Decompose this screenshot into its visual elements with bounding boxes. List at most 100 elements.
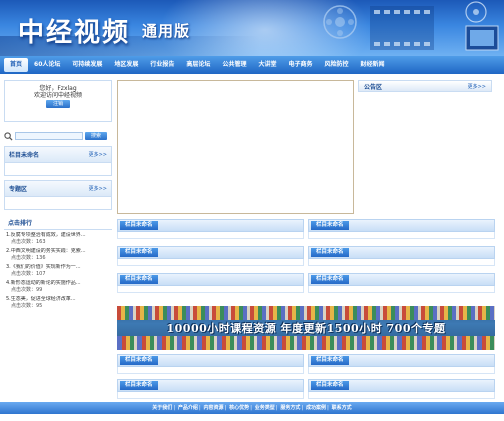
ranking-link[interactable]: 4.新形态运动的新论的实施作品... [6,280,112,287]
column-body [308,367,495,374]
nav-item-lecture[interactable]: 大讲堂 [252,58,282,72]
header-banner: 中经视频 通用版 [0,0,504,56]
column-tab[interactable]: 栏目未命名 [311,275,349,284]
column-tab[interactable]: 栏目未命名 [120,381,158,390]
nav-item-regional[interactable]: 地区发展 [108,58,144,72]
column-tab[interactable]: 栏目未命名 [120,275,158,284]
footer-link-about[interactable]: 关于我们 [151,405,173,411]
column-header: 栏目未命名 [117,273,304,286]
welcome-text: 欢迎访问中经视频 [33,92,82,99]
column-body [117,392,304,399]
click-count: 点击次数：99 [11,287,43,293]
column-box: 栏目未命名 [308,246,495,266]
search-input[interactable] [15,132,83,140]
column-body [117,232,304,239]
footer-link-service[interactable]: 服务方式 [279,405,301,411]
search-icon [4,131,13,141]
promo-text: 10000小时课程资源 年度更新1500小时 700个专题 [166,322,446,335]
column-tab[interactable]: 栏目未命名 [120,248,158,257]
nav-item-home[interactable]: 首页 [4,58,29,72]
nav-item-60-forum[interactable]: 60人论坛 [28,58,66,72]
column-body [308,286,495,293]
notice-title: 公告区 [364,83,383,91]
footer-link-business[interactable]: 业务类型 [254,405,276,411]
sidebar-box-body [5,163,111,175]
notice-header: 公告区 更多>> [358,80,492,92]
nav-item-finance-news[interactable]: 财经新闻 [355,58,391,72]
nav-item-sustainable[interactable]: 可持续发展 [66,58,108,72]
sidebar-box-header: 栏目未命名 更多>> [5,147,111,163]
column-body [308,232,495,239]
sidebar-box-title: 专题区 [9,186,28,193]
column-body [117,286,304,293]
column-header: 栏目未命名 [308,219,495,232]
column-header: 栏目未命名 [308,246,495,259]
footer-link-cases[interactable]: 成功案例 [305,405,327,411]
column-tab[interactable]: 栏目未命名 [311,381,349,390]
footer-link-resources[interactable]: 内容资源 [203,405,225,411]
notice-panel: 公告区 更多>> [358,80,492,214]
column-header: 栏目未命名 [117,354,304,367]
sidebar-box-unnamed: 栏目未命名 更多>> [4,146,112,176]
column-box: 栏目未命名 [308,273,495,293]
footer-separator: | [198,405,201,411]
list-item: 2.中西文明建设的务实实践：克索... 点击次数：136 [4,248,112,262]
column-header: 栏目未命名 [308,273,495,286]
column-tab[interactable]: 栏目未命名 [120,356,158,365]
main-nav: 首页 60人论坛 可持续发展 地区发展 行业报告 高层论坛 公共管理 大讲堂 电… [0,56,504,74]
column-tab[interactable]: 栏目未命名 [120,221,158,230]
logout-button[interactable]: 注销 [46,100,70,108]
nav-item-ecommerce[interactable]: 电子商务 [282,58,318,72]
footer-link-products[interactable]: 产品介绍 [177,405,199,411]
column-header: 栏目未命名 [117,246,304,259]
column-box: 栏目未命名 [308,219,495,239]
click-count: 点击次数：163 [11,239,46,245]
nav-item-summit[interactable]: 高层论坛 [180,58,216,72]
bookshelf-top [117,306,495,320]
column-tab[interactable]: 栏目未命名 [311,221,349,230]
footer-nav: 关于我们| 产品介绍| 内容资源| 核心优势| 业务类型| 服务方式| 成功案例… [0,402,504,414]
video-player-area[interactable] [117,80,354,214]
ranking-link[interactable]: 2.中西文明建设的务实实践：克索... [6,248,112,255]
footer-separator: | [224,405,227,411]
footer-link-advantages[interactable]: 核心优势 [228,405,250,411]
film-reel-illustration [323,1,499,51]
promo-banner[interactable]: 10000小时课程资源 年度更新1500小时 700个专题 [117,306,495,350]
column-body [117,367,304,374]
nav-item-risk[interactable]: 风险防控 [318,58,354,72]
ranking-link[interactable]: 5.生态美，促进全球经济改革... [6,296,112,303]
site-logo[interactable]: 中经视频 [18,12,130,49]
greeting-text: 您好，Fzxlag [39,85,77,92]
more-link[interactable]: 更多>> [89,185,107,192]
more-link[interactable]: 更多>> [89,151,107,158]
footer-link-contact[interactable]: 联系方式 [331,405,353,411]
ranking-list: 1.反腐专项整治有成效，建设世界... 点击次数：163 2.中西文明建设的务实… [4,232,112,310]
footer-separator: | [173,405,175,411]
column-body [117,259,304,266]
column-header: 栏目未命名 [117,379,304,392]
column-tab[interactable]: 栏目未命名 [311,356,349,365]
column-box: 栏目未命名 [308,379,495,399]
left-sidebar: 您好，Fzxlag 欢迎访问中经视频 注销 搜索 栏目未命名 更多>> 专题区 … [4,80,112,310]
column-body [308,392,495,399]
column-header: 栏目未命名 [308,379,495,392]
nav-item-public-admin[interactable]: 公共管理 [216,58,252,72]
sidebar-box-topics: 专题区 更多>> [4,180,112,210]
login-panel: 您好，Fzxlag 欢迎访问中经视频 注销 [4,80,112,122]
ranking-link[interactable]: 1.反腐专项整治有成效，建设世界... [6,232,112,239]
column-box: 栏目未命名 [117,354,304,374]
click-count: 点击次数：107 [11,271,46,277]
column-box: 栏目未命名 [117,219,304,239]
column-box: 栏目未命名 [117,379,304,399]
column-tab[interactable]: 栏目未命名 [311,248,349,257]
search-button[interactable]: 搜索 [85,132,107,140]
nav-item-industry[interactable]: 行业报告 [144,58,180,72]
sidebar-box-body [5,197,111,209]
column-header: 栏目未命名 [308,354,495,367]
ranking-title: 点击排行 [4,218,112,230]
list-item: 1.反腐专项整治有成效，建设世界... 点击次数：163 [4,232,112,246]
column-header: 栏目未命名 [117,219,304,232]
ranking-link[interactable]: 3.《我们的价值》实现新作为一... [6,264,112,271]
more-link[interactable]: 更多>> [468,83,486,90]
column-box: 栏目未命名 [117,273,304,293]
